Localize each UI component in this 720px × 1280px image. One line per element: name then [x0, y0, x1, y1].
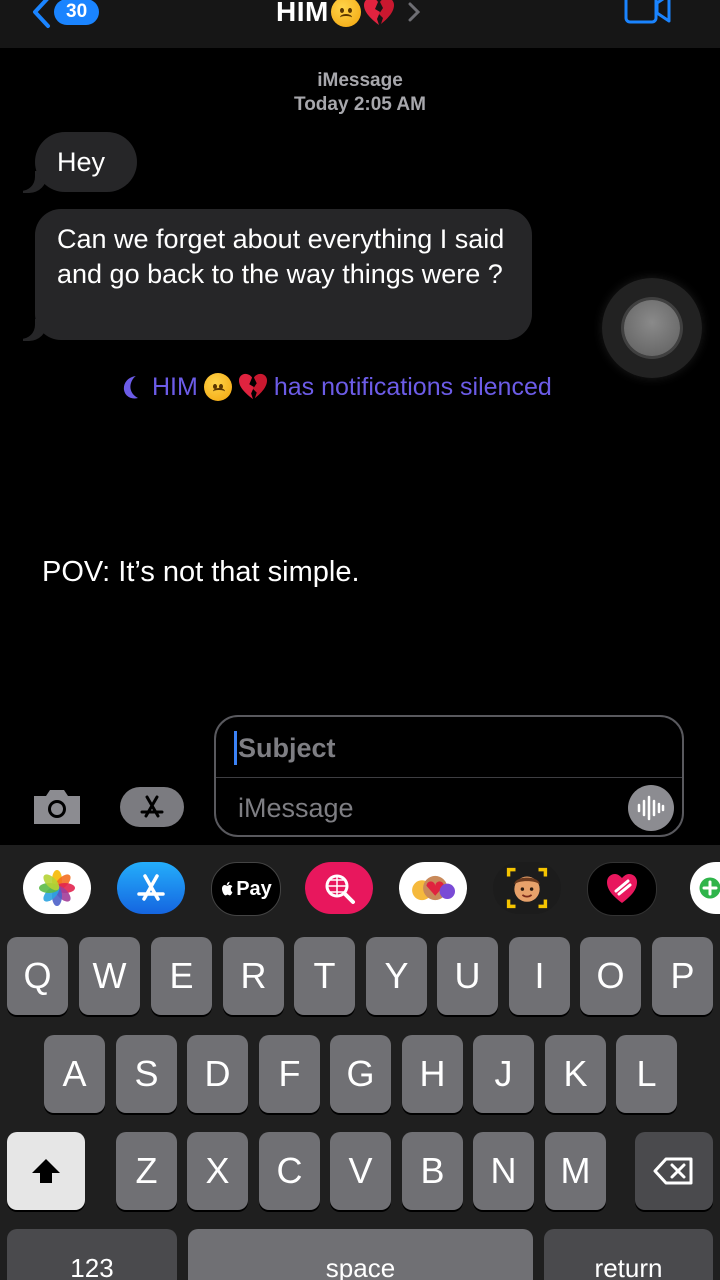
key-y[interactable]: Y — [366, 937, 427, 1015]
incoming-message-bubble[interactable]: Can we forget about everything I said an… — [35, 209, 532, 340]
memoji-stickers-icon — [412, 875, 455, 901]
memoji-app-button[interactable] — [493, 862, 561, 914]
key-f[interactable]: F — [259, 1035, 320, 1113]
key-c[interactable]: C — [259, 1132, 320, 1210]
app-store-button[interactable] — [120, 787, 184, 827]
notifications-silenced-banner: HIM has notifications silenced — [118, 370, 552, 404]
chevron-right-icon — [408, 2, 420, 22]
game-app-button[interactable] — [690, 862, 720, 914]
game-app-icon — [699, 877, 720, 899]
chevron-left-icon — [33, 0, 50, 28]
delete-key[interactable] — [635, 1132, 713, 1210]
key-q[interactable]: Q — [7, 937, 68, 1015]
space-key[interactable]: space — [188, 1229, 533, 1280]
key-k[interactable]: K — [545, 1035, 606, 1113]
imessage-screen: 30 HIM iMessage Today 2:05 AM Hey Can we… — [0, 0, 720, 1280]
subject-input[interactable] — [236, 729, 620, 767]
key-w[interactable]: W — [79, 937, 140, 1015]
message-timestamp: Today 2:05 AM — [294, 94, 426, 115]
app-store-icon — [140, 795, 164, 818]
composer-divider — [216, 777, 682, 778]
key-j[interactable]: J — [473, 1035, 534, 1113]
broken-heart-emoji-icon — [363, 0, 394, 25]
camera-icon[interactable] — [30, 786, 84, 828]
key-l[interactable]: L — [616, 1035, 677, 1113]
key-i[interactable]: I — [509, 937, 570, 1015]
key-o[interactable]: O — [580, 937, 641, 1015]
key-r[interactable]: R — [223, 937, 284, 1015]
return-key[interactable]: return — [544, 1229, 713, 1280]
silenced-text: has notifications silenced — [273, 372, 552, 401]
imessage-app-strip: Pay — [0, 845, 720, 935]
service-label: iMessage — [317, 70, 403, 91]
broken-heart-emoji-icon — [238, 373, 267, 400]
app-store-app-button[interactable] — [117, 862, 185, 914]
key-d[interactable]: D — [187, 1035, 248, 1113]
apple-pay-button[interactable]: Pay — [211, 862, 281, 916]
key-p[interactable]: P — [652, 937, 713, 1015]
video-call-icon[interactable] — [624, 0, 672, 26]
heart-sticker-icon — [607, 874, 637, 903]
key-b[interactable]: B — [402, 1132, 463, 1210]
apple-logo-icon — [222, 881, 233, 896]
contact-name: HIM — [276, 0, 329, 27]
key-t[interactable]: T — [294, 937, 355, 1015]
assistive-touch-button[interactable] — [602, 278, 702, 378]
key-n[interactable]: N — [473, 1132, 534, 1210]
web-search-app-button[interactable] — [305, 862, 373, 914]
key-v[interactable]: V — [330, 1132, 391, 1210]
app-store-icon — [137, 874, 165, 901]
key-z[interactable]: Z — [116, 1132, 177, 1210]
confused-face-emoji-icon — [330, 0, 361, 27]
web-search-icon — [325, 874, 355, 904]
waveform-icon — [637, 795, 665, 821]
silenced-contact-name: HIM — [152, 372, 198, 401]
unread-count-badge: 30 — [54, 0, 100, 25]
key-m[interactable]: M — [545, 1132, 606, 1210]
key-g[interactable]: G — [330, 1035, 391, 1113]
key-a[interactable]: A — [44, 1035, 105, 1113]
apple-pay-label: Pay — [236, 877, 272, 900]
key-s[interactable]: S — [116, 1035, 177, 1113]
memoji-icon — [506, 867, 548, 909]
shift-key[interactable] — [7, 1132, 85, 1210]
key-h[interactable]: H — [402, 1035, 463, 1113]
message-composer — [214, 715, 684, 837]
confused-face-emoji-icon — [203, 373, 232, 401]
shift-arrow-icon — [32, 1159, 60, 1183]
keyboard: Q W E R T Y U I O P A S D F G H J K L Z … — [0, 935, 720, 1280]
conversation-header: 30 HIM — [0, 0, 720, 48]
text-cursor — [234, 731, 237, 765]
photos-app-icon — [39, 870, 75, 906]
overlay-caption: POV: It’s not that simple. — [42, 556, 360, 588]
moon-icon — [123, 376, 138, 399]
photos-app-button[interactable] — [23, 862, 91, 914]
incoming-message-bubble[interactable]: Hey — [35, 132, 137, 192]
backspace-icon — [653, 1157, 693, 1185]
contact-name-button[interactable]: HIM — [276, 0, 421, 30]
assistive-touch-inner — [624, 300, 680, 356]
heart-sticker-app-button[interactable] — [587, 862, 657, 916]
key-u[interactable]: U — [437, 937, 498, 1015]
message-input[interactable] — [236, 789, 620, 827]
key-e[interactable]: E — [151, 937, 212, 1015]
memoji-stickers-app-button[interactable] — [399, 862, 467, 914]
key-x[interactable]: X — [187, 1132, 248, 1210]
back-button[interactable]: 30 — [30, 0, 100, 32]
numbers-key[interactable]: 123 — [7, 1229, 177, 1280]
audio-message-button[interactable] — [628, 785, 674, 831]
